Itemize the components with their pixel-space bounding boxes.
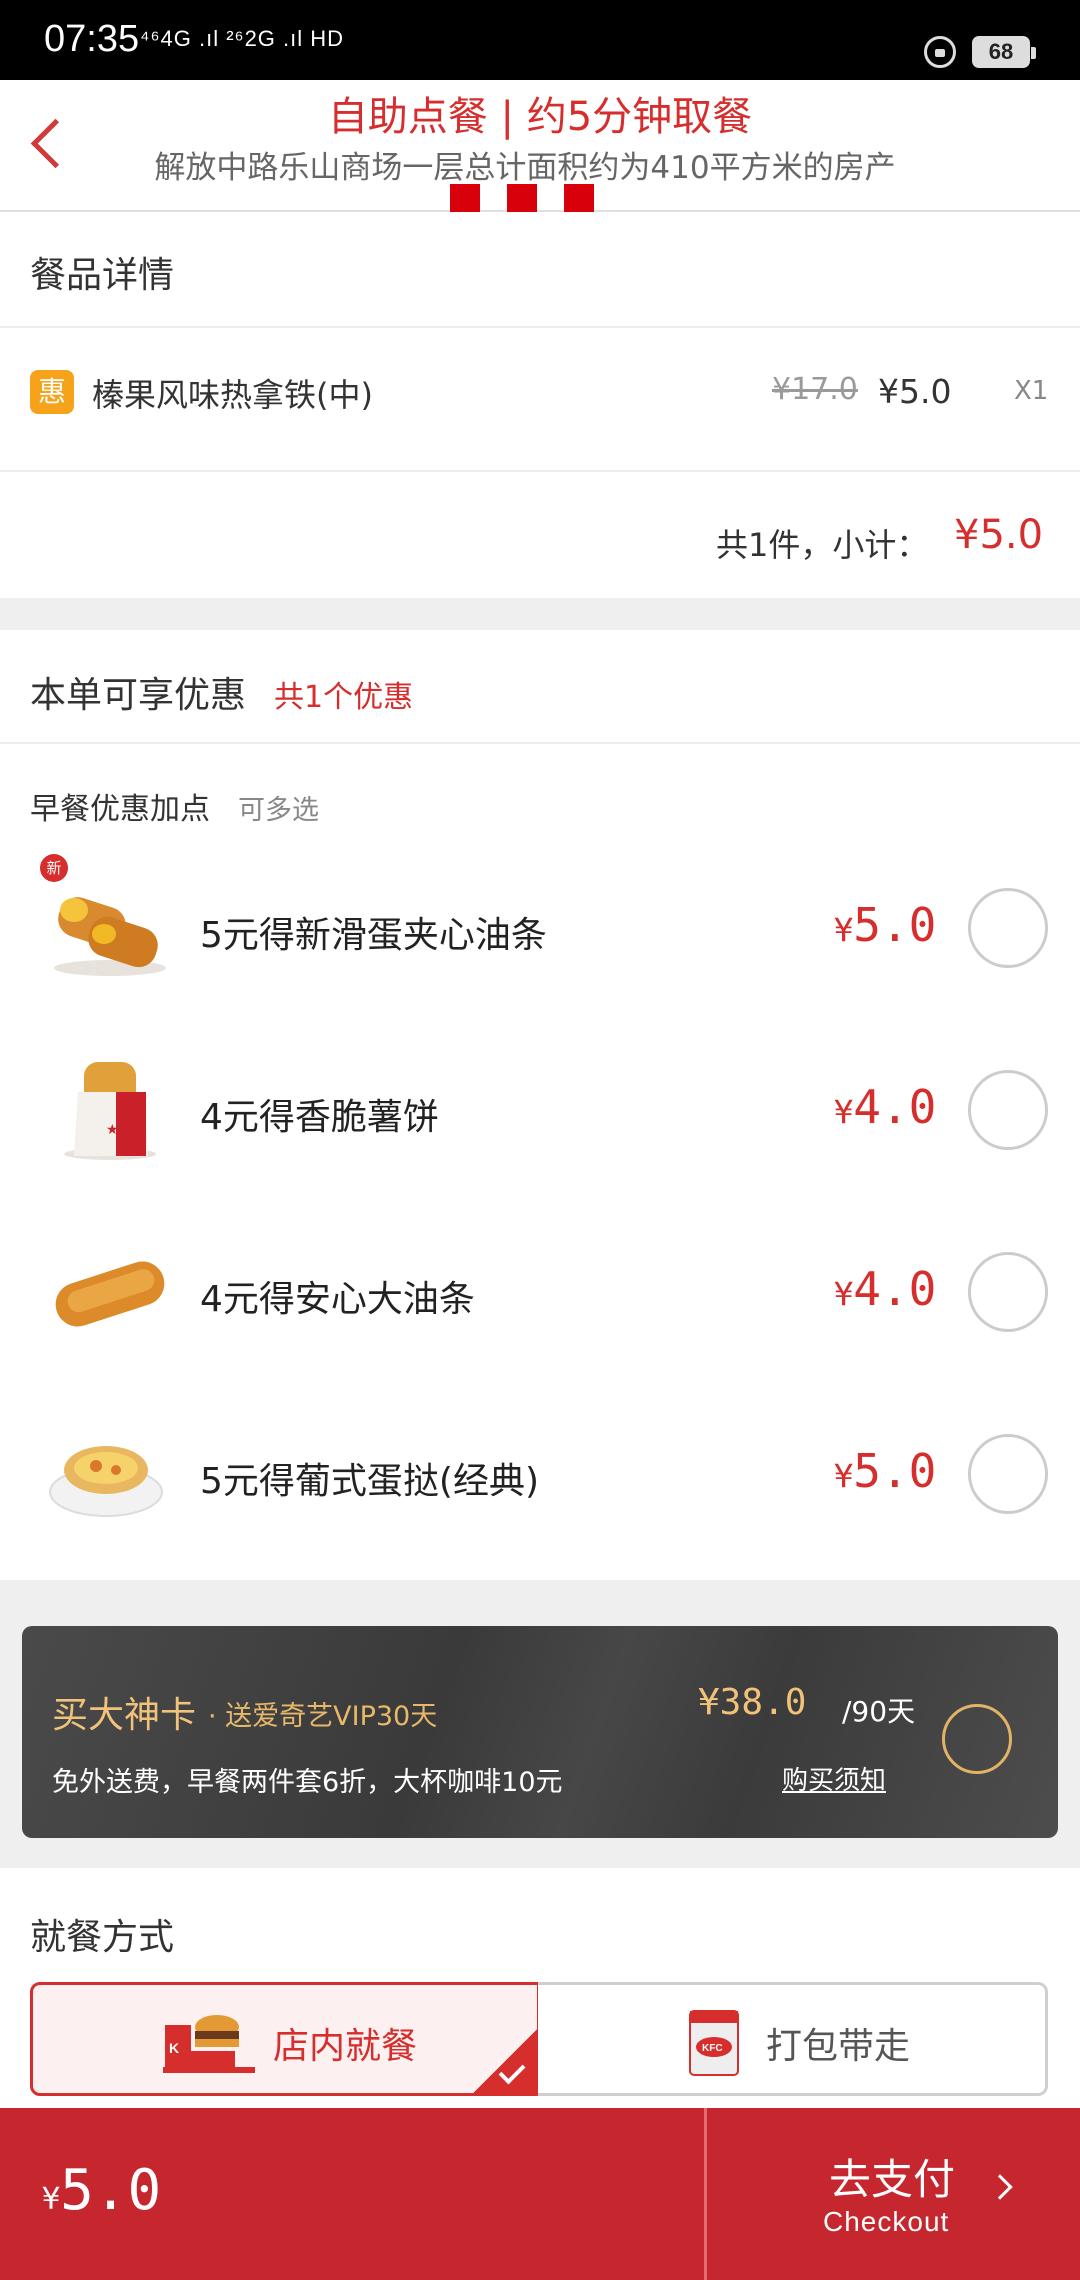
option-label: 店内就餐	[273, 2026, 418, 2067]
svg-text:K: K	[169, 2040, 179, 2056]
dine-in-icon: K	[163, 2015, 255, 2073]
offer-name: 5元得新滑蛋夹心油条	[200, 915, 547, 956]
group-hint: 可多选	[238, 795, 319, 826]
checkout-button[interactable]: 去支付 Checkout	[707, 2108, 1080, 2280]
page-header: 自助点餐 | 约5分钟取餐 解放中路乐山商场一层总计面积约为410平方米的房产	[0, 80, 1080, 212]
vip-price: ¥38.0	[698, 1682, 807, 1723]
item-name: 榛果风味热拿铁(中)	[92, 376, 373, 414]
vip-title: 买大神卡	[52, 1695, 197, 1736]
battery-icon: 68	[972, 36, 1036, 68]
discount-count: 共1个优惠	[274, 680, 414, 715]
rotation-lock-icon	[924, 36, 956, 68]
offer-price-value: 5.0	[853, 1444, 937, 1498]
subtotal-value: ¥5.0	[954, 512, 1044, 558]
hash-brown-image: ★	[64, 1062, 156, 1160]
section-title: 本单可享优惠	[30, 675, 247, 716]
egg-tart-image	[49, 1446, 163, 1517]
divider	[0, 742, 1080, 744]
indicator-dot	[564, 184, 594, 212]
currency-symbol: ¥	[834, 1457, 854, 1495]
section-title: 餐品详情	[30, 255, 175, 296]
checkout-sublabel: Checkout	[823, 2206, 950, 2237]
offer-price-value: 4.0	[853, 1080, 937, 1134]
new-tag: 新	[40, 854, 68, 882]
offer-item[interactable]: 新 5元得新滑蛋夹心油条 ¥5.0	[0, 848, 1080, 1008]
discount-badge: 惠	[30, 370, 74, 414]
option-label: 打包带走	[766, 2026, 911, 2067]
dine-in-option[interactable]: K 店内就餐	[30, 1982, 540, 2096]
offer-item[interactable]: 4元得安心大油条 ¥4.0	[0, 1212, 1080, 1372]
offer-price-value: 4.0	[853, 1262, 937, 1316]
vip-subtitle: · 送爱奇艺VIP30天	[208, 1701, 438, 1732]
checkmark-icon	[470, 2026, 540, 2096]
subtotal-label: 共1件，小计：	[716, 526, 929, 564]
offer-item[interactable]: ★ 4元得香脆薯饼 ¥4.0	[0, 1030, 1080, 1190]
status-bar: 07:35 ⁴⁶4G .ıl ²⁶2G .ıl HD 68	[0, 0, 1080, 80]
section-title: 就餐方式	[30, 1917, 175, 1958]
vip-select-radio[interactable]	[942, 1704, 1012, 1774]
offer-name: 4元得安心大油条	[200, 1279, 475, 1320]
takeaway-bag-icon: KFC	[689, 2010, 739, 2076]
order-total: ¥5.0	[42, 2158, 161, 2223]
offer-select-radio[interactable]	[968, 1070, 1048, 1150]
offer-price-value: 5.0	[853, 898, 937, 952]
chevron-right-icon	[987, 2174, 1013, 2200]
divider	[0, 470, 1080, 472]
offer-name: 5元得葡式蛋挞(经典)	[200, 1461, 539, 1502]
checkout-bar: ¥5.0 去支付 Checkout	[0, 2108, 1080, 2280]
offer-name: 4元得香脆薯饼	[200, 1097, 439, 1138]
offer-price: ¥4.0	[834, 1262, 936, 1316]
vip-period: /90天	[842, 1695, 916, 1728]
page-title: 自助点餐 | 约5分钟取餐	[327, 94, 753, 140]
offer-price: ¥5.0	[834, 898, 936, 952]
indicator-dot	[507, 184, 537, 212]
svg-text:KFC: KFC	[702, 2043, 723, 2054]
group-label: 早餐优惠加点	[30, 792, 210, 827]
indicator-dot	[450, 184, 480, 212]
vip-description: 免外送费，早餐两件套6折，大杯咖啡10元	[52, 1767, 563, 1798]
order-detail-section: 餐品详情 惠 榛果风味热拿铁(中) ¥17.0 ¥5.0 X1 共1件，小计： …	[0, 212, 1080, 598]
dining-method-section: 就餐方式 K 店内就餐 KFC 打包带走	[0, 1868, 1080, 2108]
offer-price: ¥5.0	[834, 1444, 936, 1498]
offer-select-radio[interactable]	[968, 1434, 1048, 1514]
status-time: 07:35	[44, 18, 140, 60]
youtiao-egg-image	[54, 897, 166, 976]
store-address: 解放中路乐山商场一层总计面积约为410平方米的房产	[154, 150, 896, 186]
offer-item[interactable]: 5元得葡式蛋挞(经典) ¥5.0	[0, 1394, 1080, 1554]
discount-section: 本单可享优惠 共1个优惠 早餐优惠加点 可多选 新 5元得新滑蛋夹心油条 ¥5.…	[0, 630, 1080, 1580]
currency-symbol: ¥	[834, 1093, 854, 1131]
youtiao-image	[55, 1261, 165, 1327]
checkout-label: 去支付	[829, 2155, 956, 2204]
item-price: ¥5.0	[878, 372, 952, 411]
divider	[0, 326, 1080, 328]
currency-symbol: ¥	[42, 2182, 61, 2217]
svg-text:★: ★	[106, 1121, 119, 1137]
offer-price: ¥4.0	[834, 1080, 936, 1134]
currency-symbol: ¥	[834, 1275, 854, 1313]
offer-select-radio[interactable]	[968, 1252, 1048, 1332]
vip-card-promo[interactable]: 买大神卡 · 送爱奇艺VIP30天 免外送费，早餐两件套6折，大杯咖啡10元 ¥…	[22, 1626, 1058, 1838]
network-signal-icon: ⁴⁶4G .ıl ²⁶2G .ıl HD	[140, 26, 345, 51]
order-total-value: 5.0	[60, 2158, 162, 2223]
currency-symbol: ¥	[834, 911, 854, 949]
original-price: ¥17.0	[772, 372, 858, 407]
purchase-notice-link[interactable]: 购买须知	[782, 1760, 886, 1797]
takeaway-option[interactable]: KFC 打包带走	[538, 1982, 1048, 2096]
offer-select-radio[interactable]	[968, 888, 1048, 968]
item-quantity: X1	[1014, 376, 1049, 406]
